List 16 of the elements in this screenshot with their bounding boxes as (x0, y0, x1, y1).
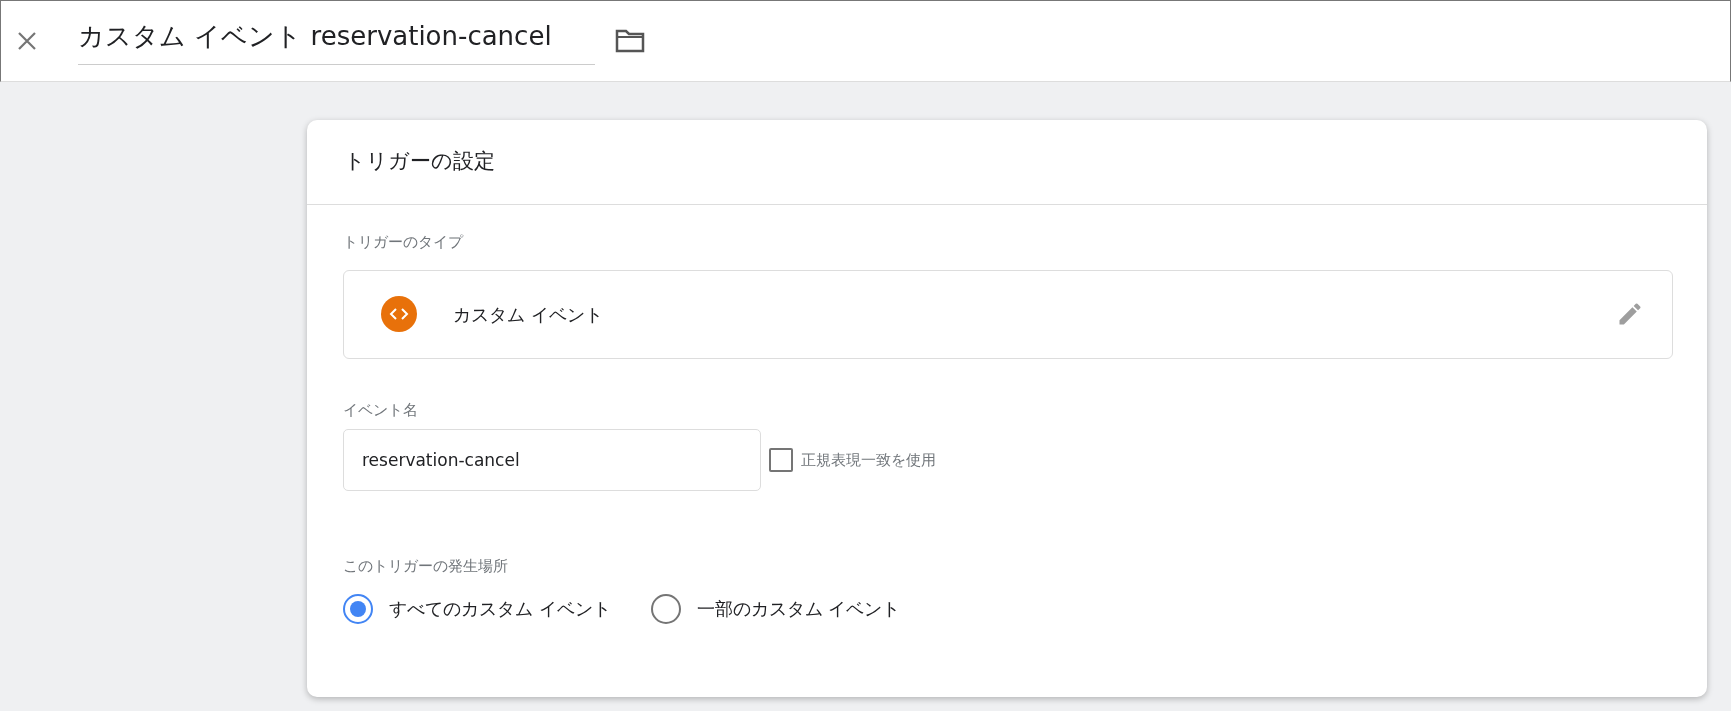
radio-label: 一部のカスタム イベント (696, 597, 901, 621)
radio-button[interactable] (650, 593, 681, 624)
event-name-field[interactable]: reservation-cancel (343, 429, 761, 491)
title-field[interactable]: カスタム イベント reservation-cancel (78, 17, 595, 65)
close-icon (17, 31, 37, 51)
field-label: トリガーのタイプ (343, 232, 465, 253)
card-title: トリガーの設定 (344, 148, 495, 176)
field-label: イベント名 (343, 399, 419, 421)
folder-icon[interactable] (615, 29, 645, 53)
field-label: このトリガーの発生場所 (343, 556, 509, 577)
trigger-type-selector[interactable]: カスタム イベント (343, 269, 1673, 359)
radio-label: すべてのカスタム イベント (389, 597, 611, 621)
regex-checkbox[interactable] (769, 448, 793, 472)
checkbox-label: 正規表現一致を使用 (801, 449, 936, 471)
code-icon (381, 296, 417, 332)
radio-button[interactable] (343, 593, 373, 624)
